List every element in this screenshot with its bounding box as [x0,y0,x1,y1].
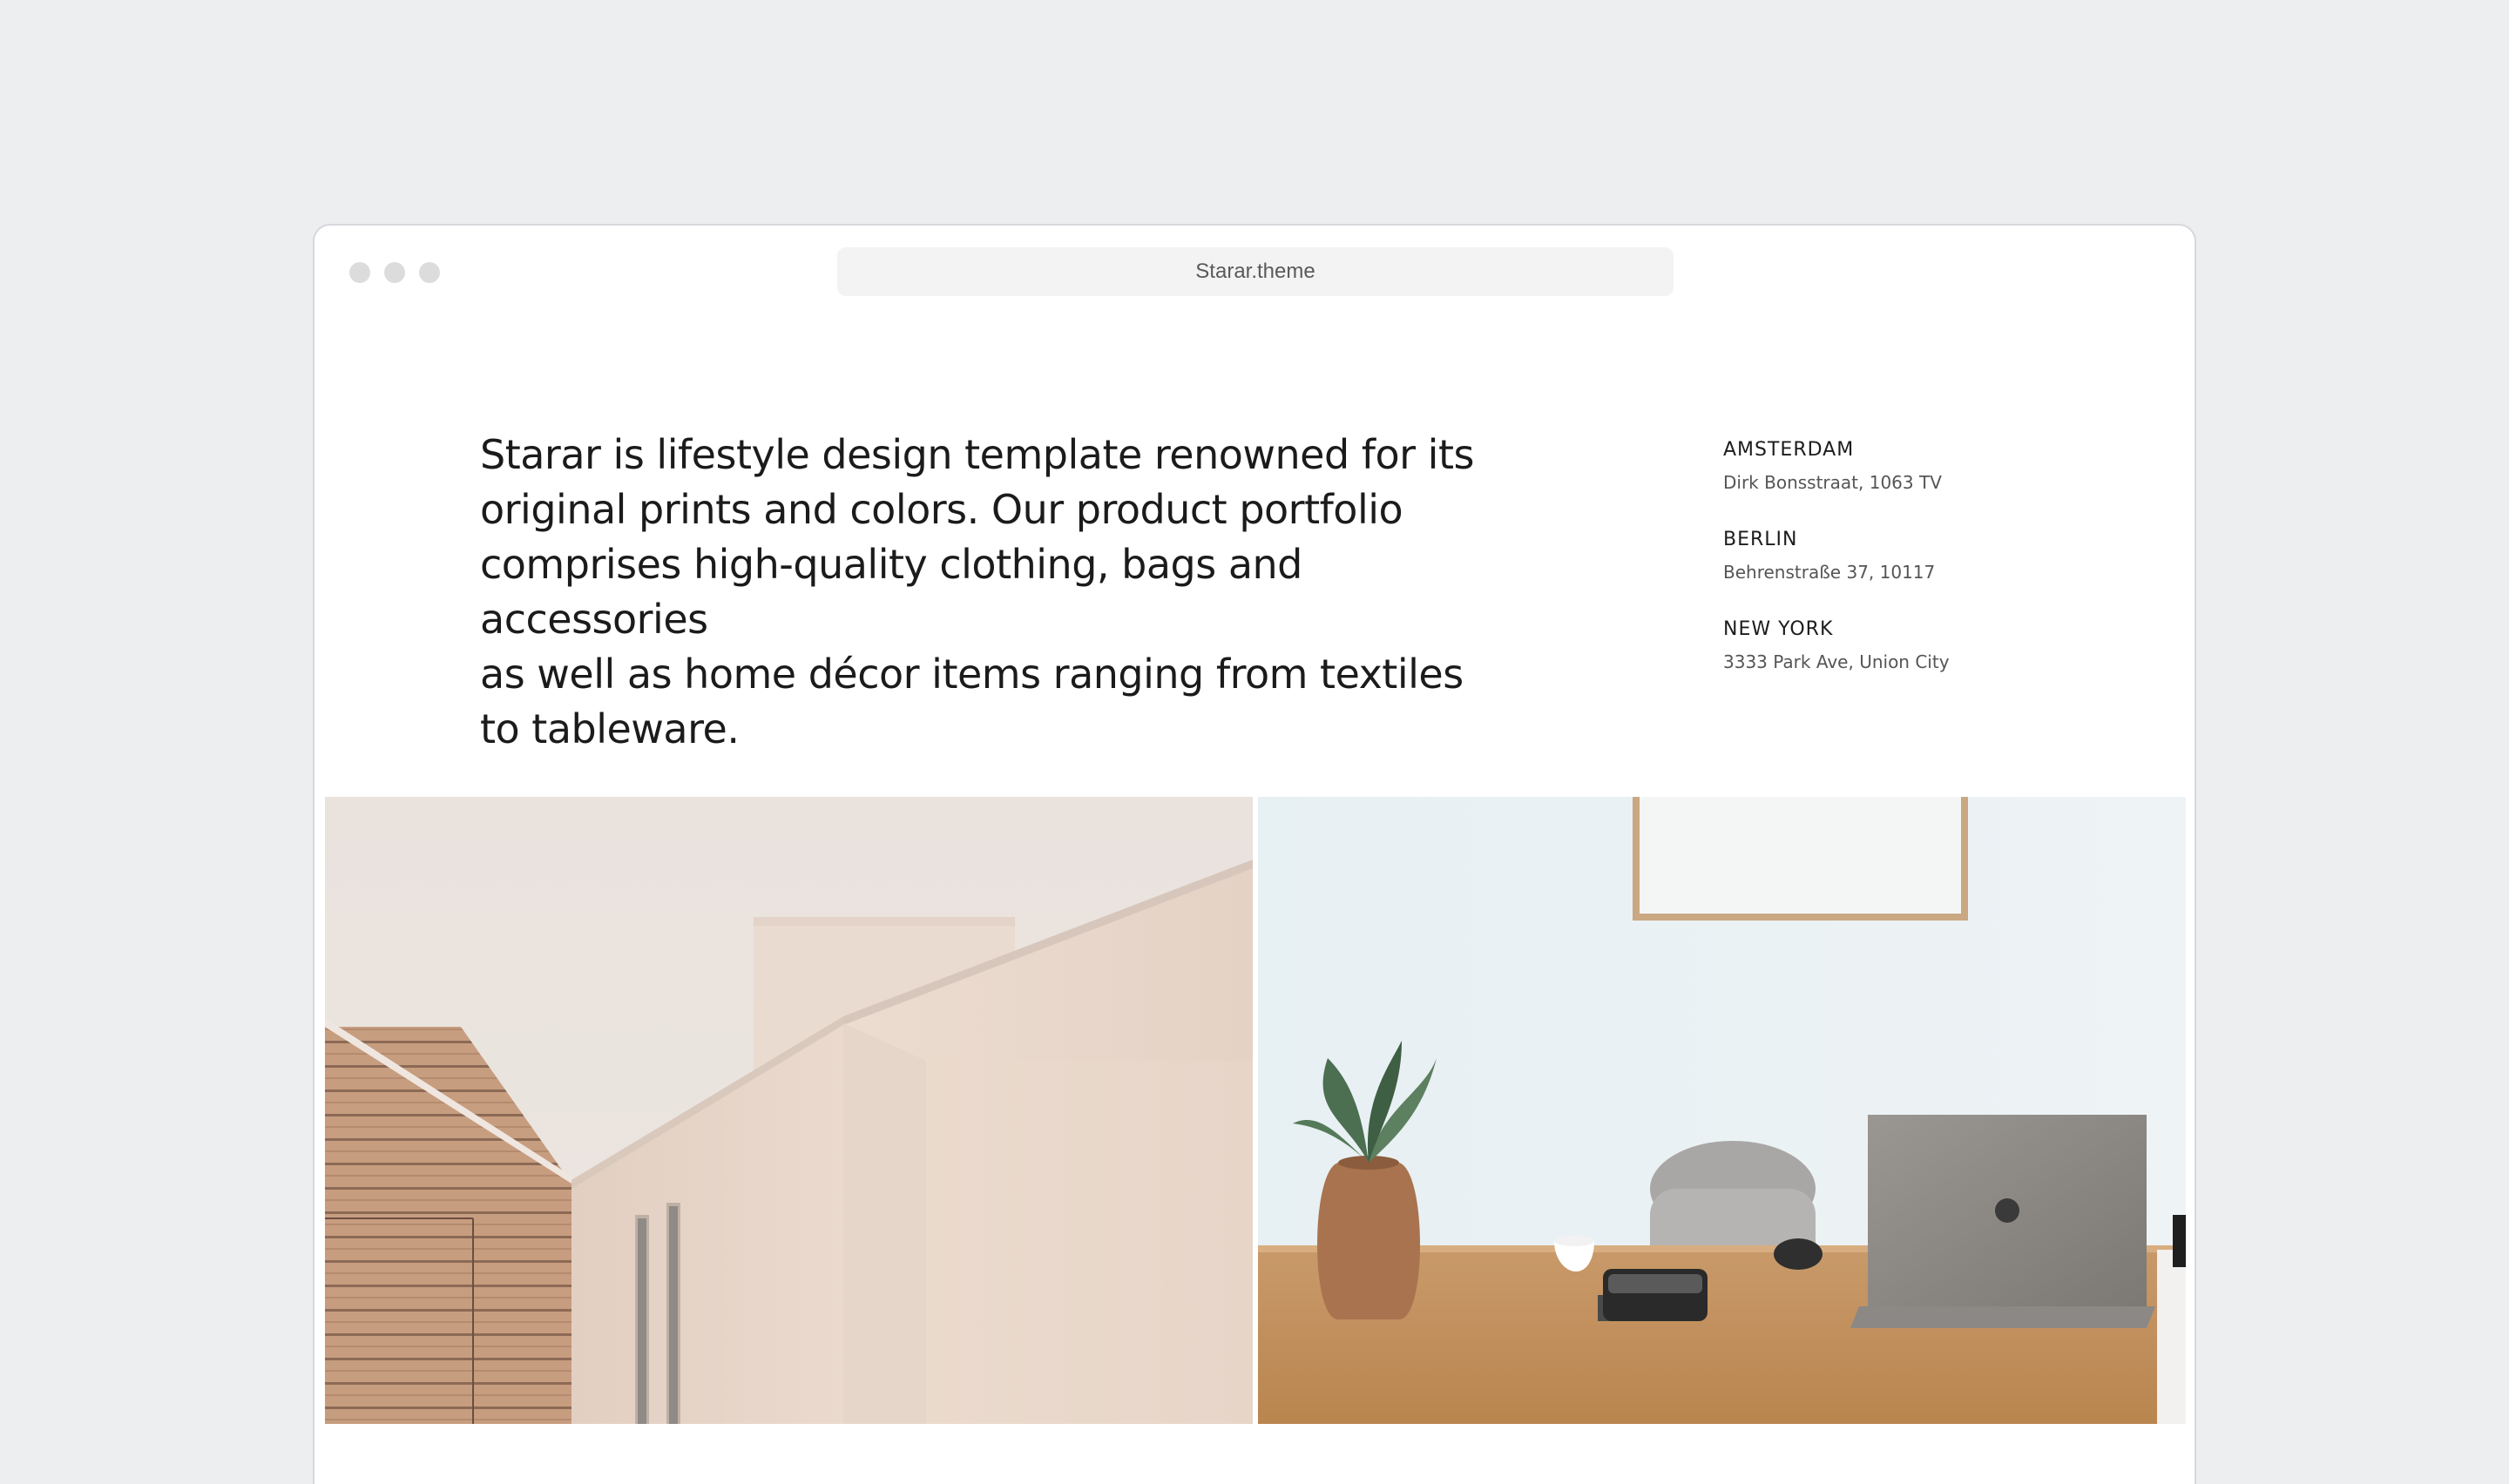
location-address: Dirk Bonsstraat, 1063 TV [1723,472,1942,493]
architecture-photo [325,797,1253,1424]
url-text: Starar.theme [1195,260,1315,283]
desk-workspace-photo [1258,797,2186,1424]
intro-line: original prints and colors. Our product … [480,486,1403,533]
maximize-dot-icon[interactable] [419,262,440,283]
intro-line: Starar is lifestyle design template reno… [480,431,1474,478]
location-city: AMSTERDAM [1723,439,1855,461]
intro-line: to tableware. [480,705,740,752]
close-dot-icon[interactable] [349,262,370,283]
location-amsterdam: AMSTERDAM Dirk Bonsstraat, 1063 TV [1723,437,2089,496]
location-new-york: NEW YORK 3333 Park Ave, Union City [1723,617,2089,675]
browser-window: Starar.theme Starar is lifestyle design … [313,224,2196,1484]
location-city: BERLIN [1723,529,1798,550]
location-berlin: BERLIN Behrenstraße 37, 10117 [1723,527,2089,585]
location-city: NEW YORK [1723,618,1834,640]
window-controls [349,262,440,283]
minimize-dot-icon[interactable] [384,262,405,283]
intro-line: comprises high-quality clothing, bags an… [480,541,1302,643]
intro-text: Starar is lifestyle design template reno… [480,428,1525,757]
intro-line: as well as home décor items ranging from… [480,651,1464,698]
address-bar[interactable]: Starar.theme [837,247,1674,296]
image-gallery [325,797,2186,1424]
location-address: Behrenstraße 37, 10117 [1723,562,1936,583]
location-address: 3333 Park Ave, Union City [1723,651,1950,672]
locations-list: AMSTERDAM Dirk Bonsstraat, 1063 TV BERLI… [1723,437,2089,706]
